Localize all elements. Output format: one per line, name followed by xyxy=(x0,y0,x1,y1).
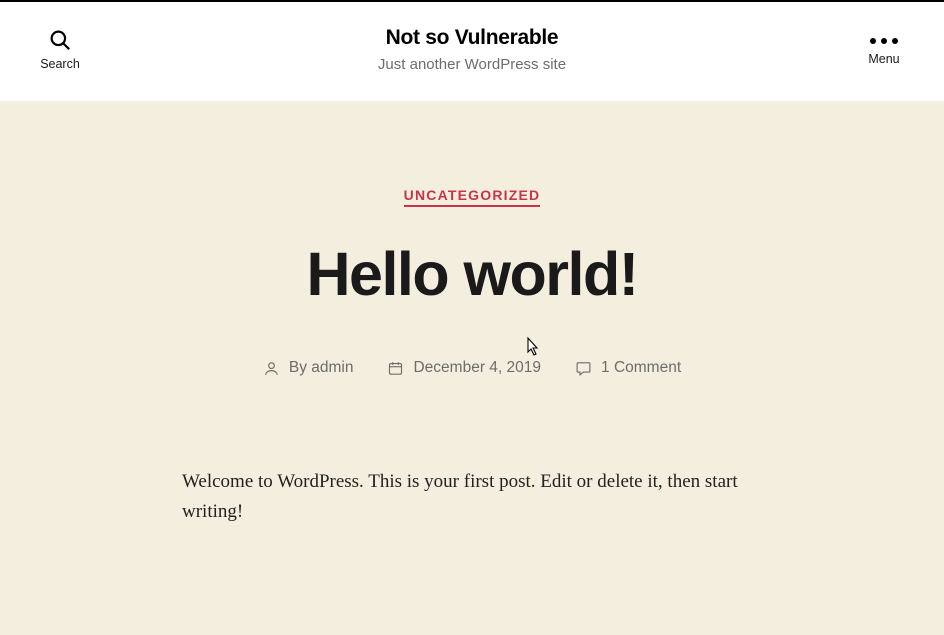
author-prefix: By xyxy=(289,359,311,376)
site-title-block: Not so Vulnerable Just another WordPress… xyxy=(378,26,566,73)
calendar-icon xyxy=(387,360,404,377)
menu-label: Menu xyxy=(868,52,899,66)
date-meta: December 4, 2019 xyxy=(387,359,541,377)
post-title[interactable]: Hello world! xyxy=(0,239,944,309)
site-title[interactable]: Not so Vulnerable xyxy=(378,26,566,50)
post-content: Welcome to WordPress. This is your first… xyxy=(182,467,762,528)
comments-link[interactable]: 1 Comment xyxy=(601,359,681,377)
site-tagline: Just another WordPress site xyxy=(378,56,566,73)
comment-icon xyxy=(575,360,592,377)
author-link[interactable]: admin xyxy=(311,359,353,376)
post-area: UNCATEGORIZED Hello world! By admin Dece… xyxy=(0,101,944,635)
search-button[interactable]: Search xyxy=(30,29,90,71)
menu-button[interactable]: Menu xyxy=(854,34,914,66)
search-label: Search xyxy=(40,57,80,71)
search-icon xyxy=(49,29,71,51)
comments-meta: 1 Comment xyxy=(575,359,681,377)
ellipsis-icon xyxy=(870,34,898,46)
author-icon xyxy=(263,360,280,377)
post-meta: By admin December 4, 2019 1 Comment xyxy=(0,359,944,377)
author-meta: By admin xyxy=(263,359,354,377)
site-header: Search Not so Vulnerable Just another Wo… xyxy=(0,2,944,101)
category-link[interactable]: UNCATEGORIZED xyxy=(404,187,541,207)
date-link[interactable]: December 4, 2019 xyxy=(413,359,541,377)
